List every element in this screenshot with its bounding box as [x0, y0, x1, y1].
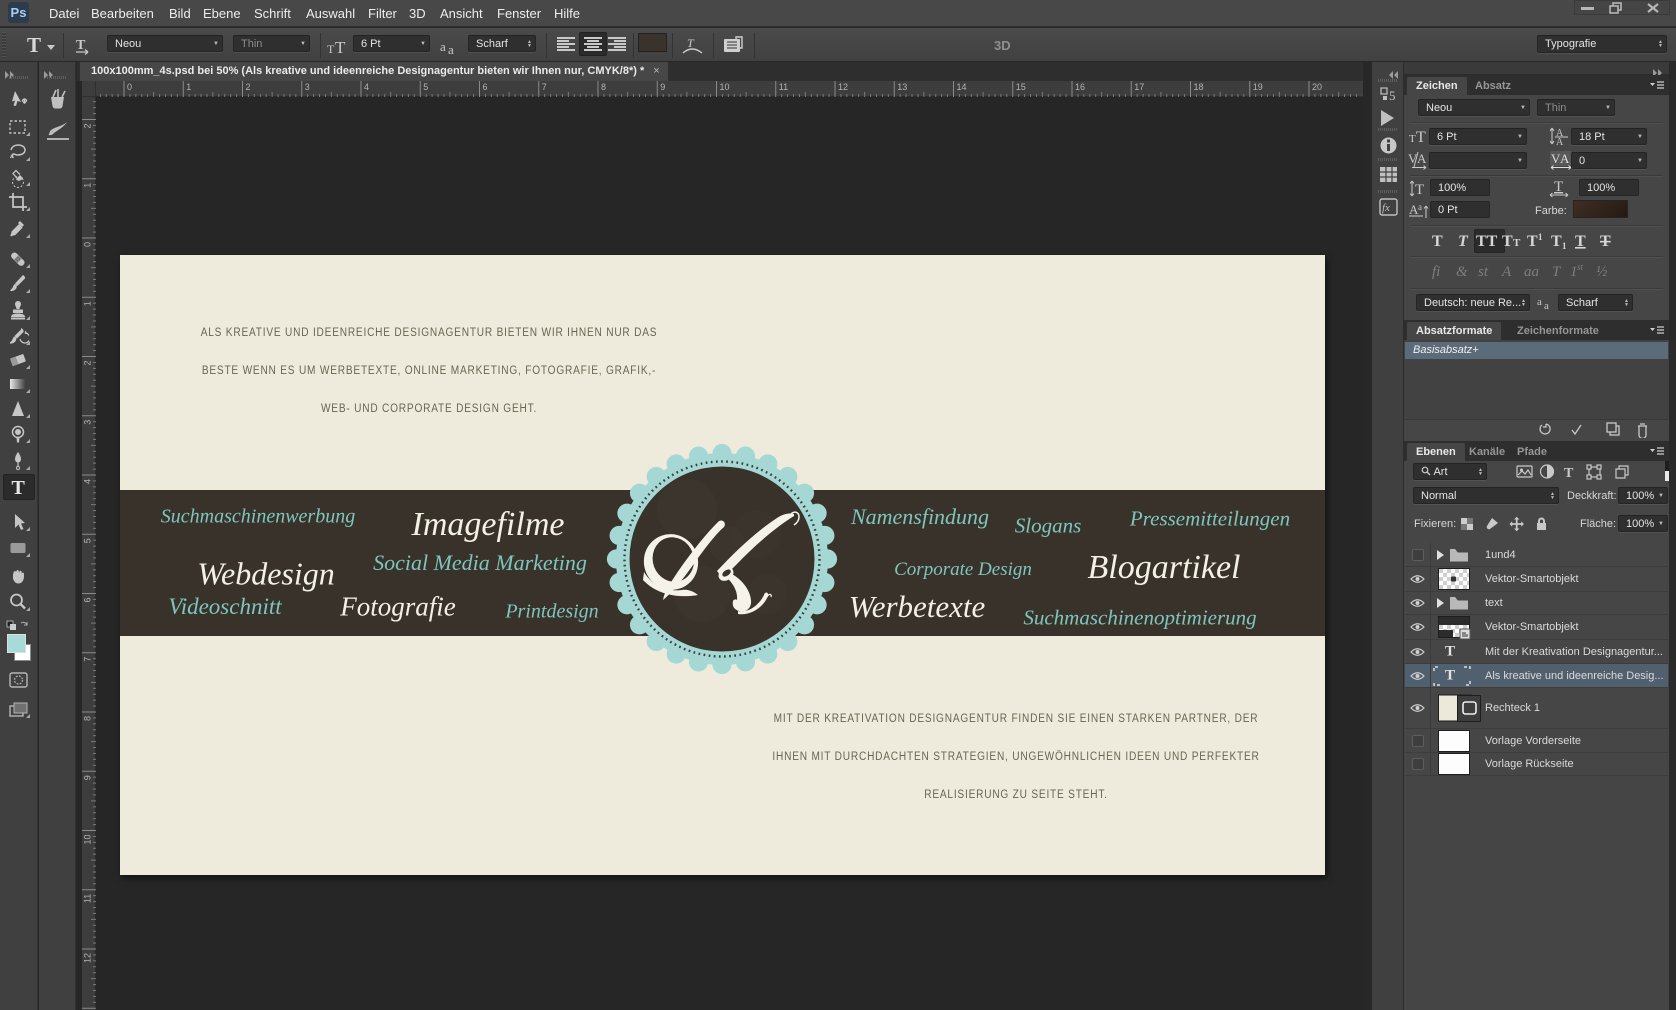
svg-text:5: 5	[83, 538, 93, 543]
svg-text:a: a	[1537, 296, 1542, 308]
svg-text:a: a	[1418, 202, 1422, 212]
svg-text:T: T	[1409, 133, 1416, 145]
svg-text:16: 16	[1075, 82, 1085, 92]
svg-text:T: T	[1416, 129, 1426, 145]
svg-text:A: A	[1417, 151, 1427, 166]
svg-text:1: 1	[83, 301, 93, 306]
svg-text:T: T	[1513, 237, 1521, 249]
svg-text:1: 1	[1562, 241, 1567, 251]
svg-text:st: st	[1577, 262, 1584, 272]
svg-text:14: 14	[957, 82, 967, 92]
svg-text:13: 13	[897, 82, 907, 92]
svg-text:½: ½	[1596, 264, 1607, 280]
svg-text:11: 11	[83, 894, 93, 903]
svg-text:a: a	[440, 39, 446, 54]
svg-text:T: T	[1415, 182, 1424, 198]
svg-text:a: a	[448, 42, 454, 55]
svg-text:3: 3	[83, 420, 93, 425]
svg-text:5: 5	[423, 82, 428, 92]
svg-text:4: 4	[83, 479, 93, 484]
svg-text:T: T	[335, 39, 346, 56]
svg-text:a: a	[1544, 300, 1549, 311]
svg-text:1: 1	[186, 82, 191, 92]
svg-text:T: T	[1432, 233, 1443, 250]
svg-text:fi: fi	[1432, 264, 1440, 280]
svg-text:0: 0	[83, 242, 93, 247]
svg-text:8: 8	[601, 82, 606, 92]
svg-text:A: A	[1556, 137, 1564, 146]
svg-text:A: A	[1560, 151, 1570, 166]
svg-text:T: T	[12, 477, 26, 498]
svg-text:T: T	[1554, 179, 1563, 195]
svg-text:17: 17	[1134, 82, 1144, 92]
svg-text:T: T	[687, 36, 695, 50]
svg-text:12: 12	[83, 953, 93, 963]
svg-text:2: 2	[246, 82, 251, 92]
svg-text:T: T	[1527, 233, 1538, 250]
svg-text:2: 2	[83, 361, 93, 366]
svg-text:0: 0	[127, 82, 132, 92]
svg-text:10: 10	[83, 835, 93, 845]
svg-text:T: T	[1564, 466, 1574, 480]
svg-text:&: &	[1456, 264, 1468, 280]
svg-text:6: 6	[483, 82, 488, 92]
svg-text:T: T	[327, 42, 335, 56]
svg-text:T: T	[76, 38, 86, 53]
svg-text:9: 9	[660, 82, 665, 92]
svg-text:5: 5	[1389, 88, 1396, 103]
svg-text:st: st	[1478, 264, 1489, 280]
svg-text:T: T	[27, 35, 41, 56]
svg-text:9: 9	[83, 775, 93, 780]
svg-text:6: 6	[83, 598, 93, 603]
svg-text:T: T	[1575, 233, 1586, 250]
svg-text:1: 1	[1538, 232, 1543, 242]
svg-text:T: T	[1552, 264, 1562, 280]
svg-text:3: 3	[305, 82, 310, 92]
svg-text:11: 11	[779, 82, 788, 92]
svg-text:4: 4	[364, 82, 369, 92]
svg-text:19: 19	[1253, 82, 1263, 92]
svg-text:12: 12	[838, 82, 848, 92]
svg-text:2: 2	[83, 124, 93, 129]
svg-text:7: 7	[542, 82, 547, 92]
svg-text:T: T	[1502, 233, 1513, 250]
svg-text:15: 15	[1016, 82, 1026, 92]
svg-text:T: T	[1458, 233, 1469, 250]
svg-text:10: 10	[720, 82, 730, 92]
svg-text:7: 7	[83, 657, 93, 662]
svg-text:A: A	[1501, 264, 1512, 280]
svg-text:TT: TT	[1476, 233, 1498, 250]
svg-text:aa: aa	[1524, 264, 1539, 280]
svg-text:18: 18	[1194, 82, 1204, 92]
svg-text:1: 1	[83, 183, 93, 188]
svg-text:fx: fx	[1382, 202, 1390, 214]
svg-text:20: 20	[1312, 82, 1322, 92]
svg-text:T: T	[1600, 233, 1611, 250]
svg-text:8: 8	[83, 716, 93, 721]
svg-text:T: T	[1551, 233, 1562, 250]
